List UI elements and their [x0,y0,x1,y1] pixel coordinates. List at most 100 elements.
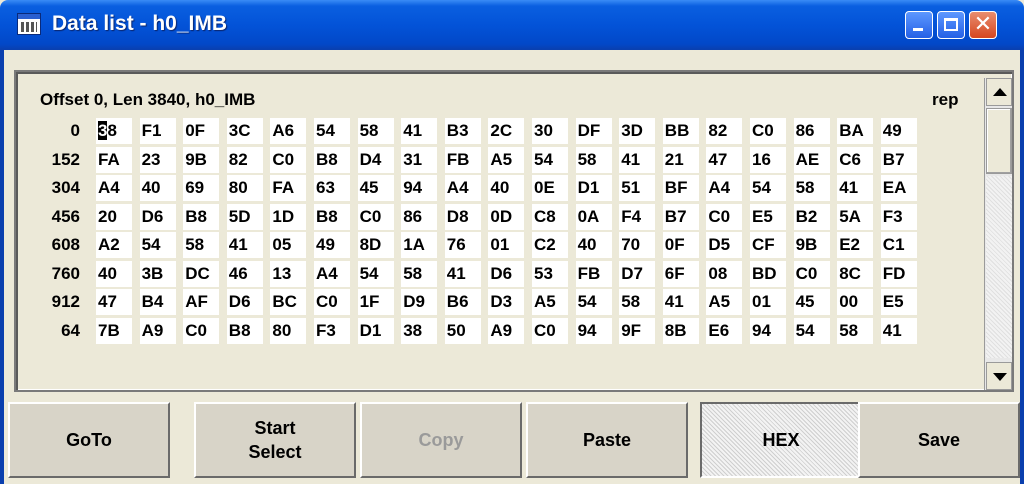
hex-byte-cell[interactable]: A5 [706,289,743,315]
hex-byte-cell[interactable]: 8B [662,317,699,344]
hex-byte-cell[interactable]: 41 [880,317,917,344]
hex-byte-cell[interactable]: BF [662,175,699,201]
paste-button[interactable]: Paste [526,402,688,478]
hex-byte-cell[interactable]: D1 [357,317,394,344]
hex-byte-cell[interactable]: 50 [444,317,481,344]
hex-toggle-button[interactable]: HEX [700,402,862,478]
hex-byte-cell[interactable]: D7 [619,260,656,287]
hex-byte-cell[interactable]: 0F [662,232,699,258]
hex-byte-cell[interactable]: 01 [750,289,786,315]
hex-byte-cell[interactable]: AE [793,146,830,173]
hex-byte-cell[interactable]: 58 [401,260,438,287]
hex-byte-cell[interactable]: 63 [314,175,350,201]
hex-byte-cell[interactable]: D6 [139,203,176,230]
scroll-down-button[interactable] [986,362,1012,390]
hex-byte-cell[interactable]: A6 [270,118,307,144]
hex-byte-cell[interactable]: B8 [314,203,350,230]
hex-byte-cell[interactable]: FA [96,146,132,173]
hex-byte-cell[interactable]: 05 [270,232,307,258]
hex-byte-cell[interactable]: 0F [183,118,220,144]
hex-byte-cell[interactable]: C0 [532,317,568,344]
hex-byte-cell[interactable]: D3 [488,289,525,315]
hex-byte-cell[interactable]: D1 [575,175,612,201]
hex-byte-cell[interactable]: 23 [139,146,176,173]
hex-byte-cell[interactable]: 6F [662,260,699,287]
hex-byte-cell[interactable]: 47 [96,289,132,315]
scroll-up-button[interactable] [986,78,1012,106]
hex-byte-cell[interactable]: B7 [880,146,917,173]
hex-byte-cell[interactable]: 82 [226,146,263,173]
hex-byte-cell[interactable]: 45 [357,175,394,201]
hex-byte-cell[interactable]: A4 [314,260,350,287]
hex-byte-cell[interactable]: D6 [226,289,263,315]
minimize-button[interactable] [905,11,933,39]
hex-byte-cell[interactable]: 54 [793,317,830,344]
hex-byte-cell[interactable]: 31 [401,146,438,173]
hex-byte-cell[interactable]: 58 [619,289,656,315]
title-bar[interactable]: Data list - h0_IMB ✕ [0,0,1024,50]
hex-byte-cell[interactable]: C0 [314,289,350,315]
hex-byte-cell[interactable]: B7 [662,203,699,230]
hex-byte-cell[interactable]: 80 [270,317,307,344]
hex-byte-cell[interactable]: 47 [706,146,743,173]
hex-byte-cell[interactable]: 41 [837,175,874,201]
hex-byte-cell[interactable]: BA [837,118,874,144]
scroll-track[interactable] [986,176,1012,358]
hex-byte-cell[interactable]: 38 [96,118,132,144]
hex-byte-cell[interactable]: 46 [226,260,263,287]
hex-byte-cell[interactable]: 1F [357,289,394,315]
hex-byte-cell[interactable]: FD [880,260,917,287]
hex-byte-cell[interactable]: C1 [880,232,917,258]
hex-byte-cell[interactable]: C0 [270,146,307,173]
hex-byte-cell[interactable]: D8 [444,203,481,230]
hex-byte-cell[interactable]: 80 [226,175,263,201]
hex-byte-cell[interactable]: 3D [619,118,656,144]
hex-byte-cell[interactable]: 54 [357,260,394,287]
hex-byte-cell[interactable]: B8 [183,203,220,230]
maximize-button[interactable] [937,11,965,39]
hex-byte-cell[interactable]: 20 [96,203,132,230]
hex-byte-cell[interactable]: DF [575,118,612,144]
hex-byte-cell[interactable]: 54 [750,175,786,201]
hex-byte-cell[interactable]: 0E [532,175,568,201]
close-button[interactable]: ✕ [969,11,997,39]
hex-byte-cell[interactable]: 01 [488,232,525,258]
hex-byte-cell[interactable]: BD [750,260,786,287]
hex-byte-cell[interactable]: F3 [880,203,917,230]
hex-byte-cell[interactable]: B8 [226,317,263,344]
hex-byte-cell[interactable]: 51 [619,175,656,201]
hex-byte-cell[interactable]: 82 [706,118,743,144]
hex-byte-cell[interactable]: 41 [444,260,481,287]
hex-byte-cell[interactable]: 49 [314,232,350,258]
hex-byte-cell[interactable]: 1D [270,203,307,230]
hex-byte-cell[interactable]: C0 [706,203,743,230]
hex-byte-cell[interactable]: FB [575,260,612,287]
hex-byte-cell[interactable]: F4 [619,203,656,230]
hex-byte-cell[interactable]: 58 [837,317,874,344]
hex-byte-cell[interactable]: B8 [314,146,350,173]
hex-byte-cell[interactable]: E2 [837,232,874,258]
hex-byte-cell[interactable]: FB [444,146,481,173]
hex-byte-cell[interactable]: E5 [750,203,786,230]
hex-byte-cell[interactable]: D6 [488,260,525,287]
hex-byte-cell[interactable]: C2 [532,232,568,258]
scroll-thumb[interactable] [986,108,1012,174]
hex-byte-cell[interactable]: D9 [401,289,438,315]
hex-byte-cell[interactable]: 9B [793,232,830,258]
hex-byte-cell[interactable]: C0 [750,118,786,144]
hex-byte-cell[interactable]: 53 [532,260,568,287]
hex-byte-cell[interactable]: 9B [183,146,220,173]
hex-byte-cell[interactable]: F1 [139,118,176,144]
hex-byte-cell[interactable]: 69 [183,175,220,201]
hex-byte-cell[interactable]: D5 [706,232,743,258]
hex-byte-cell[interactable]: 58 [357,118,394,144]
hex-byte-cell[interactable]: B2 [793,203,830,230]
goto-button[interactable]: GoTo [8,402,170,478]
hex-byte-cell[interactable]: B3 [444,118,481,144]
hex-byte-cell[interactable]: 9F [619,317,656,344]
hex-byte-cell[interactable]: 54 [532,146,568,173]
hex-byte-cell[interactable]: F3 [314,317,350,344]
hex-byte-cell[interactable]: C0 [183,317,220,344]
hex-byte-cell[interactable]: 2C [488,118,525,144]
hex-byte-cell[interactable]: 40 [96,260,132,287]
